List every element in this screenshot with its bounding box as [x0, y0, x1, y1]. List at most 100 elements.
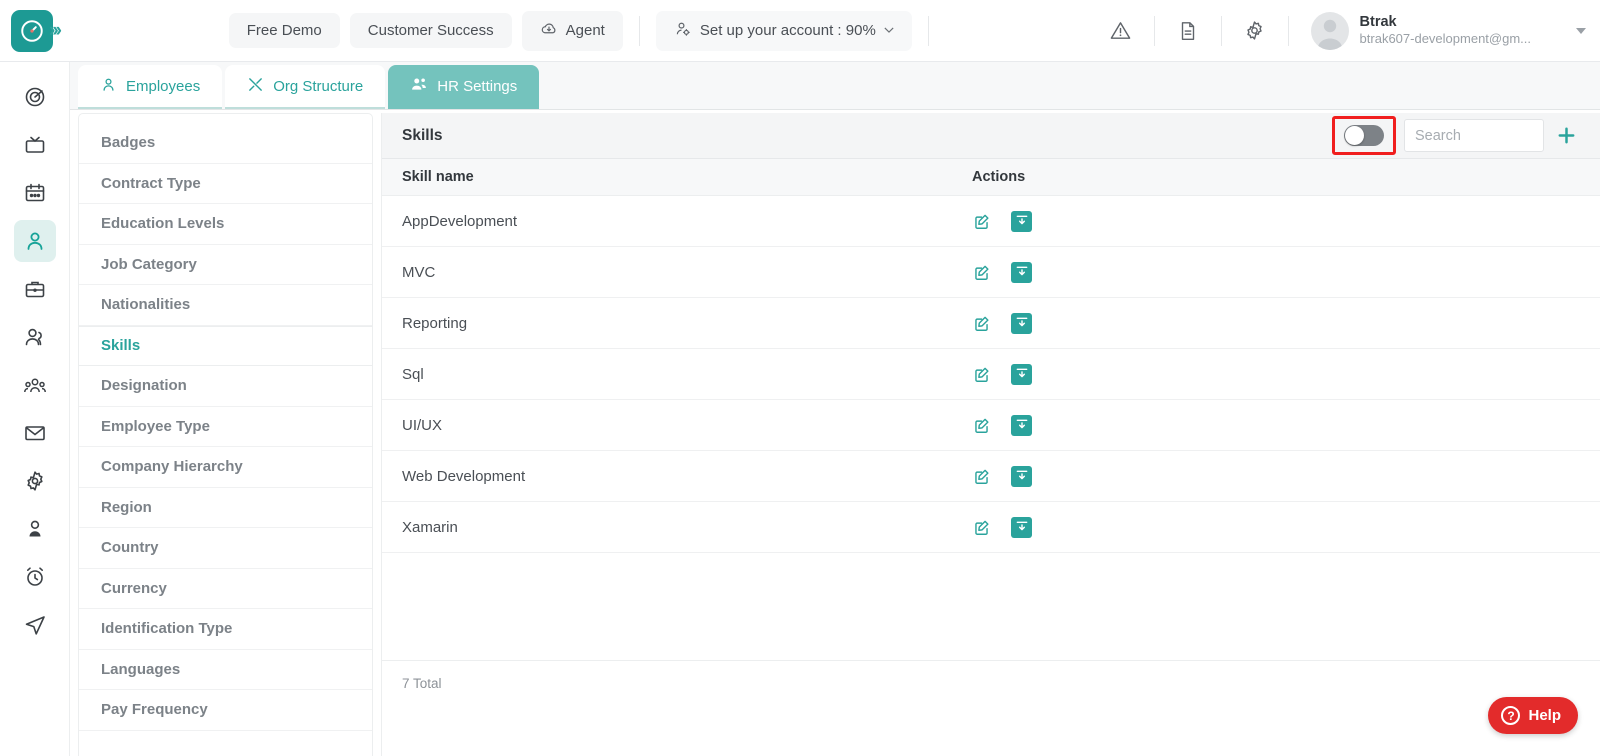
question-mark-icon: ?	[1501, 706, 1521, 725]
warning-triangle-icon[interactable]	[1094, 0, 1148, 62]
table-row[interactable]: MVC	[382, 247, 1600, 298]
search-input[interactable]	[1415, 127, 1533, 144]
free-demo-button[interactable]: Free Demo	[228, 13, 340, 48]
archive-download-icon[interactable]	[1011, 261, 1032, 283]
edit-pencil-icon[interactable]	[972, 518, 991, 537]
rail-item-settings[interactable]	[14, 460, 56, 502]
account-setup-icon	[674, 20, 692, 42]
table-row[interactable]: Sql	[382, 349, 1600, 400]
tab-hr-settings-label: HR Settings	[437, 77, 518, 95]
user-menu[interactable]: Btrak btrak607-development@gm...	[1295, 11, 1586, 50]
cell-actions	[972, 363, 1172, 385]
settings-item-label: Languages	[101, 660, 181, 678]
settings-item-currency[interactable]: Currency	[79, 569, 372, 609]
settings-item-company-hierarchy[interactable]: Company Hierarchy	[79, 447, 372, 488]
settings-item-label: Job Category	[101, 255, 197, 273]
edit-pencil-icon[interactable]	[972, 314, 991, 333]
tools-icon	[247, 76, 264, 97]
archive-toggle[interactable]	[1344, 125, 1384, 146]
table-row[interactable]: UI/UX	[382, 400, 1600, 451]
app-logo-icon[interactable]	[11, 9, 53, 52]
edit-pencil-icon[interactable]	[972, 263, 991, 282]
cell-skill-name: UI/UX	[402, 416, 443, 434]
gear-icon[interactable]	[1228, 0, 1282, 62]
rail-item-send[interactable]	[14, 604, 56, 646]
person-outline-icon	[100, 76, 117, 97]
table-footer: 7 Total	[382, 660, 1600, 756]
account-setup-button[interactable]: Set up your account : 90%	[655, 10, 912, 51]
settings-item-nationalities[interactable]: Nationalities	[79, 285, 372, 326]
hr-settings-menu: Badges Contract Type Education Levels Jo…	[78, 113, 373, 756]
user-email: btrak607-development@gm...	[1359, 31, 1531, 47]
settings-item-skills[interactable]: Skills	[79, 325, 372, 366]
cell-skill-name: Reporting	[402, 314, 468, 332]
rail-item-team[interactable]	[14, 364, 56, 406]
table-row[interactable]: AppDevelopment	[382, 196, 1600, 247]
agent-label: Agent	[565, 22, 605, 39]
tab-hr-settings[interactable]: HR Settings	[388, 65, 540, 109]
rail-item-profile[interactable]	[14, 508, 56, 550]
settings-item-education-levels[interactable]: Education Levels	[79, 204, 372, 245]
table-row[interactable]: Reporting	[382, 298, 1600, 349]
archive-download-icon[interactable]	[1011, 465, 1032, 487]
table-row[interactable]: Web Development	[382, 451, 1600, 502]
edit-pencil-icon[interactable]	[972, 212, 991, 231]
rail-item-target[interactable]	[14, 76, 56, 118]
cell-skill-name: MVC	[402, 263, 436, 281]
customer-success-button[interactable]: Customer Success	[349, 13, 512, 48]
archive-download-icon[interactable]	[1011, 312, 1032, 334]
archive-download-icon[interactable]	[1011, 414, 1032, 436]
archive-download-icon[interactable]	[1011, 516, 1032, 538]
user-chevron-down-icon[interactable]	[1576, 27, 1586, 34]
settings-item-label: Pay Frequency	[101, 701, 208, 719]
icon-divider-2	[1220, 15, 1222, 46]
tab-org-structure[interactable]: Org Structure	[225, 65, 386, 109]
settings-item-job-category[interactable]: Job Category	[79, 245, 372, 285]
agent-button[interactable]: Agent	[521, 10, 623, 51]
cell-skill-name: AppDevelopment	[402, 212, 518, 230]
icon-divider-3	[1287, 15, 1289, 46]
rail-item-mail[interactable]	[14, 412, 56, 454]
skills-panel: Skills Skill name Actions	[381, 113, 1600, 756]
settings-item-designation[interactable]: Designation	[79, 366, 372, 407]
settings-item-label: Company Hierarchy	[101, 458, 243, 476]
rail-item-tv[interactable]	[14, 124, 56, 166]
chevrons-right-icon[interactable]: ›››	[49, 20, 62, 42]
rail-item-calendar[interactable]	[14, 172, 56, 214]
settings-item-employee-type[interactable]: Employee Type	[79, 407, 372, 447]
settings-item-region[interactable]: Region	[79, 488, 372, 528]
top-bar-right: Btrak btrak607-development@gm...	[1094, 0, 1600, 62]
rail-item-person[interactable]	[13, 220, 56, 262]
table-row[interactable]: Xamarin	[382, 502, 1600, 553]
search-box[interactable]	[1404, 119, 1544, 152]
cell-skill-name: Web Development	[402, 467, 526, 485]
nav-divider	[638, 15, 640, 46]
user-info: Btrak btrak607-development@gm...	[1360, 13, 1531, 47]
settings-item-label: Region	[101, 498, 152, 516]
top-bar: ››› Free Demo Customer Success Agent Set…	[0, 0, 1600, 62]
add-skill-button[interactable]	[1544, 113, 1588, 159]
settings-item-identification-type[interactable]: Identification Type	[79, 609, 372, 650]
settings-item-languages[interactable]: Languages	[79, 650, 372, 690]
edit-pencil-icon[interactable]	[972, 365, 991, 384]
document-icon[interactable]	[1161, 0, 1215, 62]
settings-item-label: Badges	[101, 134, 156, 152]
archive-download-icon[interactable]	[1011, 210, 1032, 232]
rail-item-users[interactable]	[14, 316, 56, 358]
settings-item-contract-type[interactable]: Contract Type	[79, 164, 372, 204]
archive-download-icon[interactable]	[1011, 363, 1032, 385]
settings-item-pay-frequency[interactable]: Pay Frequency	[79, 690, 372, 731]
tab-employees[interactable]: Employees	[78, 65, 223, 109]
edit-pencil-icon[interactable]	[972, 467, 991, 486]
settings-item-badges[interactable]: Badges	[79, 123, 372, 164]
help-button[interactable]: ? Help	[1488, 697, 1578, 734]
column-header-actions: Actions	[972, 169, 1026, 185]
cell-actions	[972, 312, 1172, 334]
rail-item-alarm-clock[interactable]	[14, 556, 56, 598]
table-body: AppDevelopment MVC Reporting Sql UI/UX W…	[382, 196, 1600, 553]
rail-item-briefcase[interactable]	[14, 268, 56, 310]
panel-header-tools	[1332, 113, 1588, 159]
edit-pencil-icon[interactable]	[972, 416, 991, 435]
nav-divider-2	[927, 15, 929, 46]
settings-item-country[interactable]: Country	[79, 528, 372, 569]
